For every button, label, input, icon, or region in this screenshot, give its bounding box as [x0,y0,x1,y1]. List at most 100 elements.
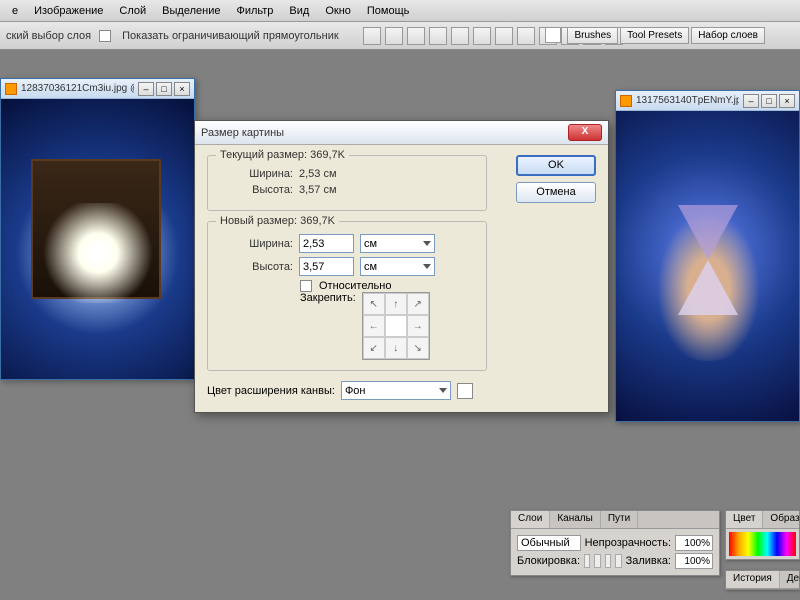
new-size-label: Новый размер: [220,215,297,227]
align-icon[interactable] [451,27,469,45]
color-tab[interactable]: Цвет [726,511,763,528]
anchor-center[interactable] [385,315,407,337]
anchor-s[interactable]: ↓ [385,337,407,359]
document-window-1[interactable]: 12837036121Cm3iu.jpg @ 100%... – □ × [0,78,195,380]
dialog-close-button[interactable]: X [568,124,602,141]
align-icon[interactable] [407,27,425,45]
doc1-canvas[interactable] [1,99,194,379]
options-bar: ский выбор слоя Показать ограничивающий … [0,22,800,50]
current-height-value: 3,57 см [299,184,337,196]
doc2-canvas[interactable] [616,111,799,421]
height-unit-dropdown[interactable]: см [360,257,435,276]
blend-mode-value: Обычный [521,537,570,549]
close-button[interactable]: × [779,94,795,108]
menu-item[interactable]: е [4,3,26,19]
layers-tab[interactable]: Слои [511,511,550,528]
unit-value: см [364,238,377,250]
extension-color-dropdown[interactable]: Фон [341,381,451,400]
align-icon[interactable] [385,27,403,45]
dialog-title: Размер картины [201,127,568,139]
layers-panel[interactable]: Слои Каналы Пути Обычный Непрозрачность:… [510,510,720,576]
color-swatch[interactable] [457,383,473,399]
menu-item[interactable]: Выделение [154,3,228,19]
menu-item[interactable]: Окно [317,3,359,19]
menu-item[interactable]: Вид [281,3,317,19]
channels-tab[interactable]: Каналы [550,511,601,528]
chevron-down-icon [423,264,431,269]
opacity-input[interactable] [675,535,713,551]
close-button[interactable]: × [174,82,190,96]
main-menu[interactable]: е Изображение Слой Выделение Фильтр Вид … [0,0,800,22]
anchor-sw[interactable]: ↙ [363,337,385,359]
paths-tab[interactable]: Пути [601,511,638,528]
color-ramp[interactable] [729,532,796,556]
relative-checkbox[interactable] [300,280,312,292]
width-label: Ширина: [218,168,293,180]
align-icon[interactable] [363,27,381,45]
color-panel[interactable]: Цвет Образцы [725,510,800,560]
align-icon[interactable] [473,27,491,45]
extension-color-label: Цвет расширения канвы: [207,385,335,397]
align-icon[interactable] [517,27,535,45]
lock-pos-icon[interactable] [605,554,611,568]
show-bounds-checkbox[interactable] [99,30,111,42]
anchor-se[interactable]: ↘ [407,337,429,359]
new-width-input[interactable] [299,234,354,253]
actions-tab[interactable]: Дейс [780,571,800,588]
brushes-tab[interactable]: Brushes [567,27,618,44]
maximize-button[interactable]: □ [156,82,172,96]
history-tab[interactable]: История [726,571,780,588]
document-window-2[interactable]: 1317563140TpENmY.jpg @ 100... – □ × [615,90,800,422]
doc1-titlebar[interactable]: 12837036121Cm3iu.jpg @ 100%... – □ × [1,79,194,99]
menu-item[interactable]: Фильтр [228,3,281,19]
lock-trans-icon[interactable] [584,554,590,568]
lock-pixels-icon[interactable] [594,554,600,568]
layer-sets-tab[interactable]: Набор слоев [691,27,765,44]
history-panel[interactable]: История Дейс [725,570,800,590]
anchor-e[interactable]: → [407,315,429,337]
anchor-nw[interactable]: ↖ [363,293,385,315]
doc2-title: 1317563140TpENmY.jpg @ 100... [636,95,739,106]
image-content [678,205,738,315]
new-size-value: 369,7K [300,215,335,227]
minimize-button[interactable]: – [743,94,759,108]
palette-dock-icon[interactable] [545,27,561,43]
tool-presets-tab[interactable]: Tool Presets [620,27,689,44]
current-size-group: Текущий размер: 369,7K Ширина: 2,53 см В… [207,155,487,211]
image-content [38,203,158,303]
minimize-button[interactable]: – [138,82,154,96]
anchor-label: Закрепить: [300,292,356,304]
new-size-group: Новый размер: 369,7K Ширина: см Высота: … [207,221,487,371]
anchor-grid[interactable]: ↖↑↗ ← → ↙↓↘ [362,292,430,360]
swatches-tab[interactable]: Образцы [763,511,800,528]
lock-all-icon[interactable] [615,554,621,568]
blend-mode-dropdown[interactable]: Обычный [517,535,581,551]
anchor-n[interactable]: ↑ [385,293,407,315]
maximize-button[interactable]: □ [761,94,777,108]
cancel-button[interactable]: Отмена [516,182,596,203]
menu-item[interactable]: Слой [111,3,154,19]
fill-input[interactable] [675,553,713,569]
chevron-down-icon [439,388,447,393]
lock-label: Блокировка: [517,555,580,567]
unit-value: см [364,261,377,273]
menu-item[interactable]: Изображение [26,3,111,19]
new-height-input[interactable] [299,257,354,276]
fill-label: Заливка: [626,555,671,567]
current-size-label: Текущий размер: [220,149,307,161]
ok-button[interactable]: OK [516,155,596,176]
anchor-w[interactable]: ← [363,315,385,337]
dialog-titlebar[interactable]: Размер картины X [195,121,608,145]
doc2-titlebar[interactable]: 1317563140TpENmY.jpg @ 100... – □ × [616,91,799,111]
doc1-title: 12837036121Cm3iu.jpg @ 100%... [21,83,134,94]
width-unit-dropdown[interactable]: см [360,234,435,253]
canvas-size-dialog: Размер картины X OK Отмена Текущий разме… [194,120,609,413]
menu-item[interactable]: Помощь [359,3,418,19]
current-width-value: 2,53 см [299,168,337,180]
align-icon[interactable] [495,27,513,45]
opacity-label: Непрозрачность: [585,537,671,549]
anchor-ne[interactable]: ↗ [407,293,429,315]
file-icon [620,95,632,107]
align-icon[interactable] [429,27,447,45]
height-label: Высота: [218,261,293,273]
